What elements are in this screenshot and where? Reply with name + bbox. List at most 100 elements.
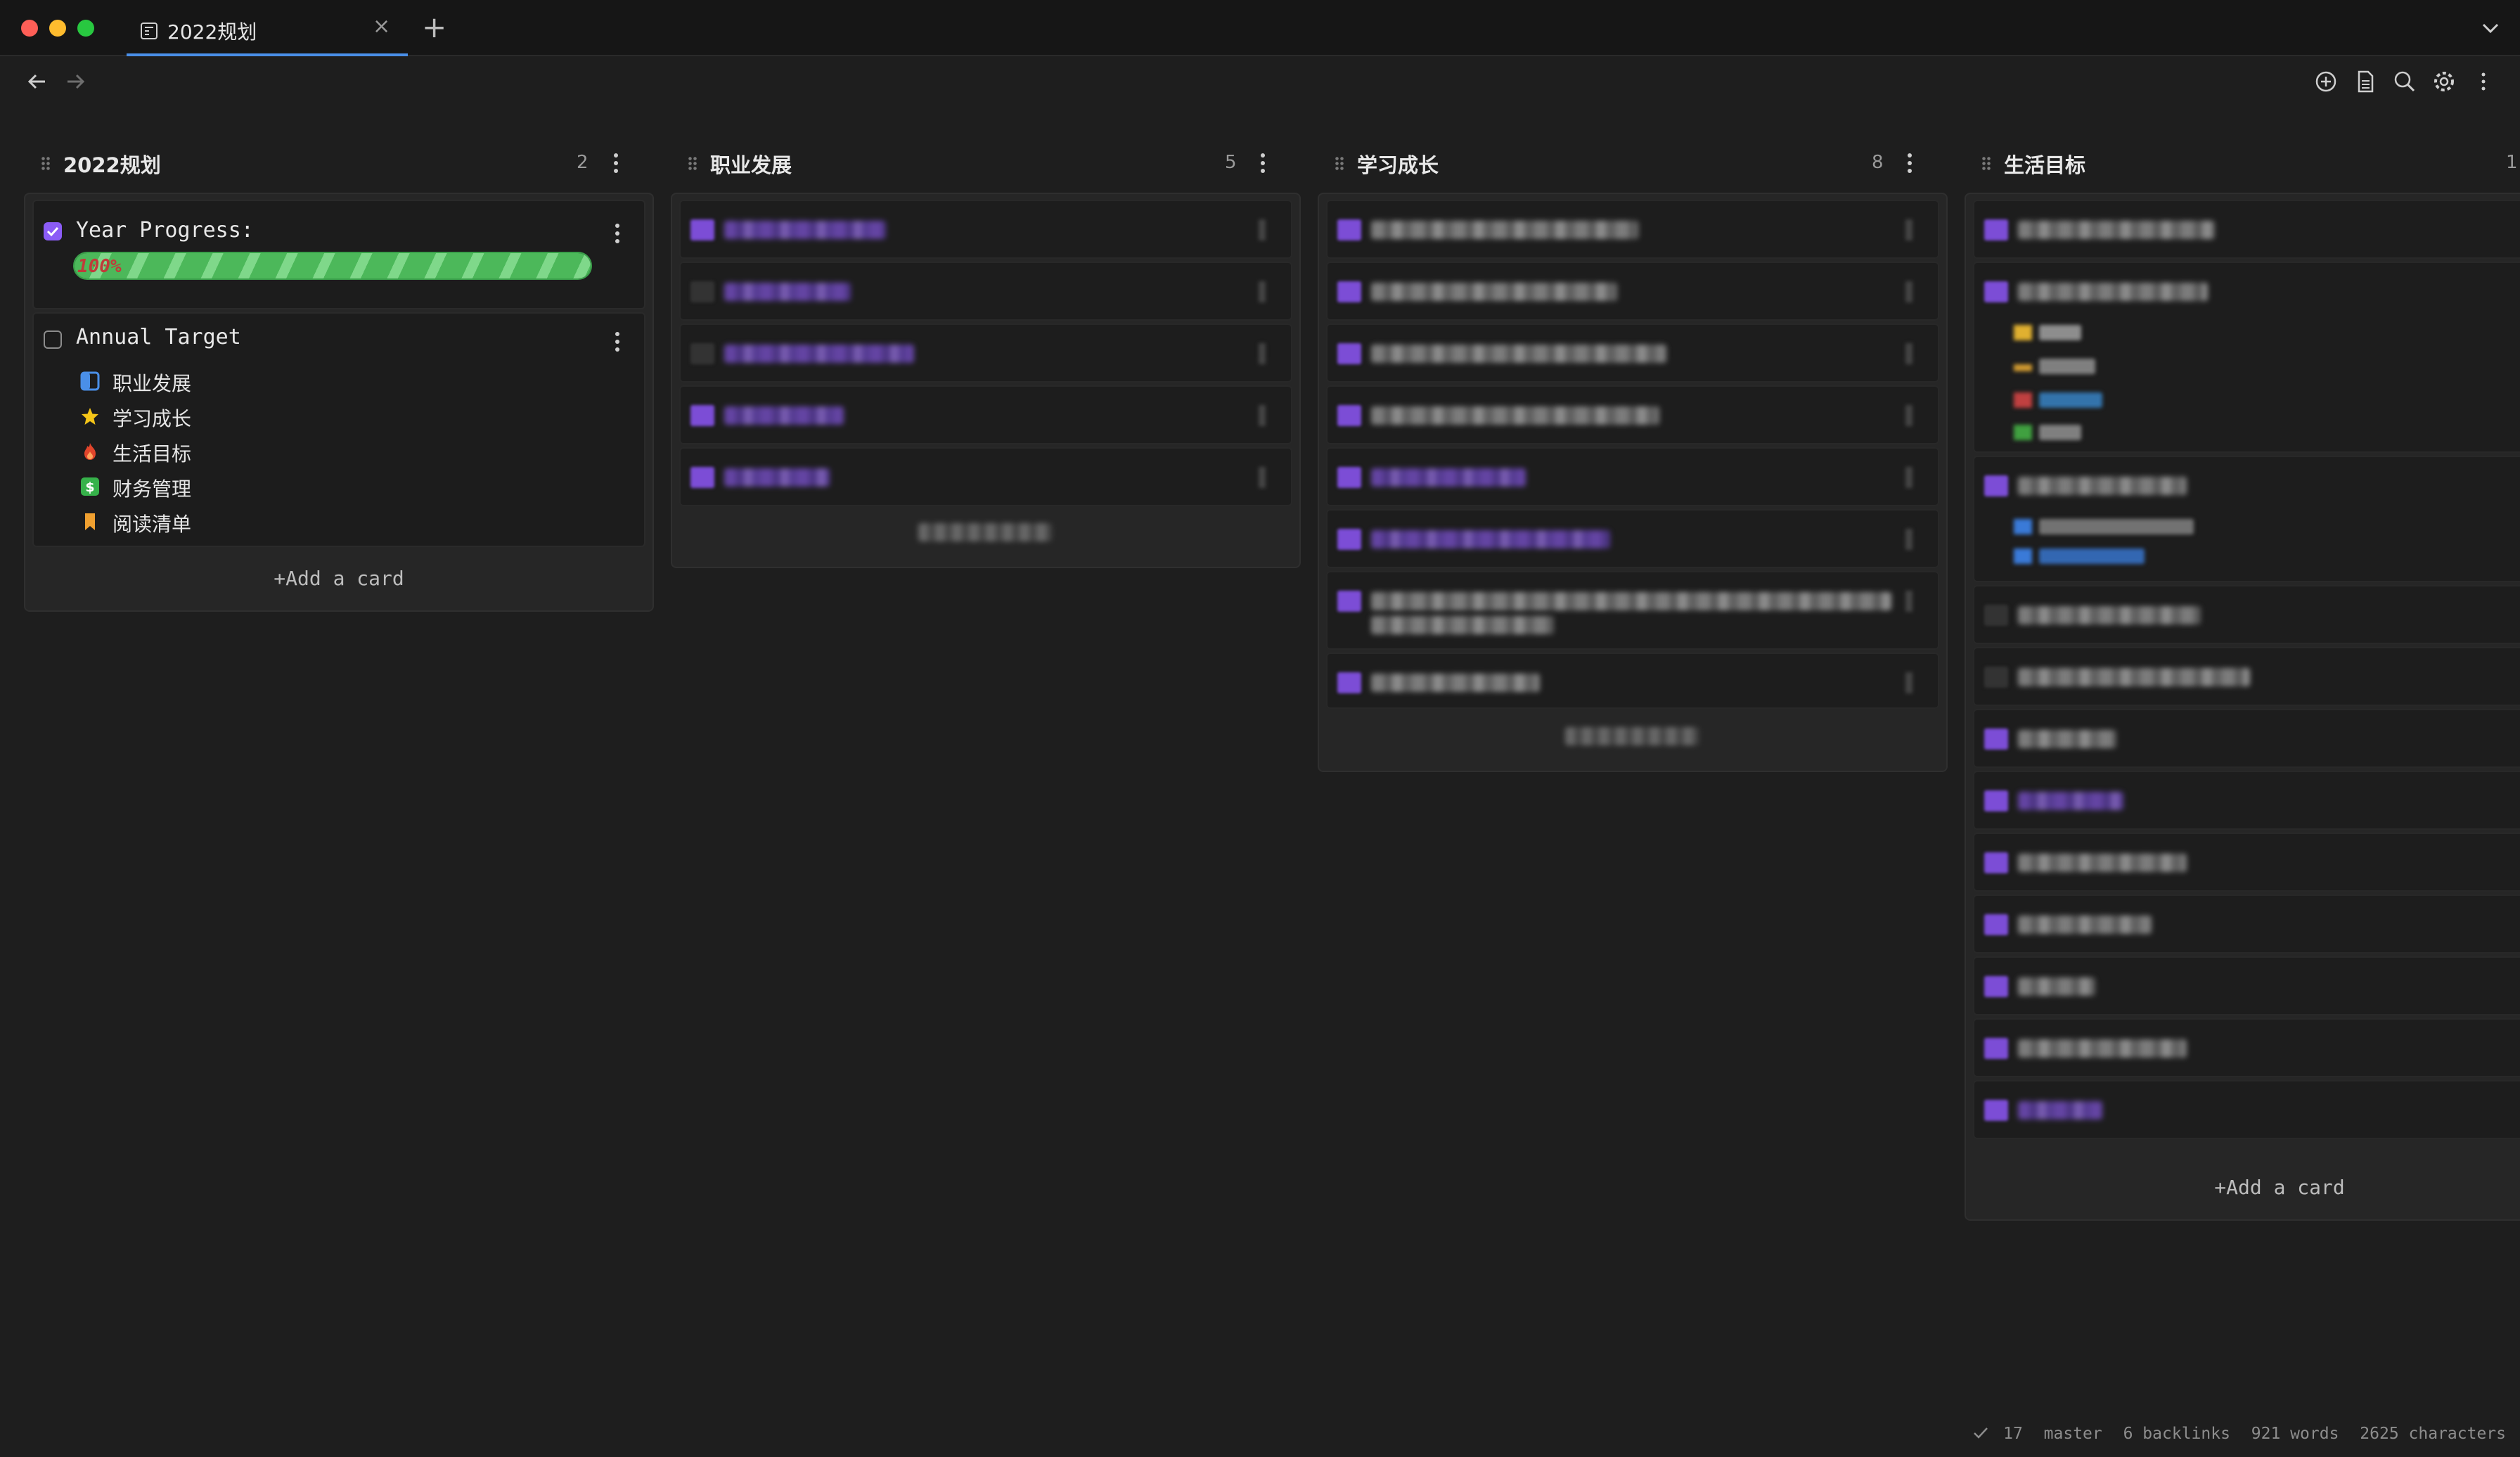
- kanban-app: 2022规划 × + 2022规划 2 Year Progress: Annua…: [0, 0, 2520, 1457]
- status-bar: 17 master 6 backlinks 921 words 2625 cha…: [1972, 1425, 2506, 1443]
- drag-handle-icon[interactable]: [41, 156, 51, 172]
- blurred-card[interactable]: [1973, 262, 2520, 453]
- add-circle-icon[interactable]: [2313, 69, 2339, 94]
- blurred-card[interactable]: [1326, 323, 1939, 383]
- forward-arrow-icon[interactable]: [63, 69, 89, 94]
- card-icon: [1337, 281, 1361, 302]
- sub-item: [2014, 356, 2225, 377]
- more-vertical-icon[interactable]: [613, 222, 622, 245]
- target-label: 职业发展: [112, 372, 192, 395]
- blurred-card[interactable]: [679, 323, 1292, 383]
- blurred-card[interactable]: [1973, 1080, 2520, 1139]
- card-icon: [1984, 605, 2008, 626]
- blurred-card[interactable]: [1326, 262, 1939, 321]
- branch-name[interactable]: master: [2044, 1425, 2102, 1443]
- column-header[interactable]: 2022规划 2: [41, 148, 624, 179]
- blurred-card[interactable]: [1973, 200, 2520, 259]
- lane-learning: [1318, 193, 1948, 772]
- blurred-card[interactable]: [1973, 956, 2520, 1015]
- drag-handle-icon[interactable]: [1981, 156, 1991, 172]
- column-title: 职业发展: [710, 153, 792, 177]
- checkbox-checked[interactable]: [44, 222, 62, 240]
- close-window-button[interactable]: [21, 20, 38, 37]
- blurred-card[interactable]: [1326, 653, 1939, 709]
- blurred-card[interactable]: [679, 262, 1292, 321]
- more-vertical-icon[interactable]: [612, 152, 620, 174]
- column-count: 8: [1872, 152, 1884, 173]
- drag-handle-icon[interactable]: [688, 156, 698, 172]
- tab-title: 2022规划: [167, 20, 257, 44]
- back-arrow-icon[interactable]: [24, 69, 49, 94]
- card-icon: [690, 281, 714, 302]
- document-icon[interactable]: [2353, 69, 2378, 94]
- blurred-card[interactable]: [1973, 833, 2520, 892]
- tab-close-button[interactable]: ×: [373, 14, 390, 39]
- column-count: 1: [2506, 152, 2518, 173]
- word-count: 921 words: [2251, 1425, 2339, 1443]
- more-vertical-icon[interactable]: [613, 330, 622, 353]
- card-icon: [1337, 467, 1361, 488]
- blurred-card[interactable]: [1973, 647, 2520, 706]
- checkbox-unchecked[interactable]: [44, 330, 62, 349]
- tab-2022[interactable]: 2022规划 ×: [127, 10, 408, 56]
- more-vertical-icon[interactable]: [1905, 152, 1914, 174]
- blurred-card[interactable]: [1973, 709, 2520, 768]
- card-icon: [690, 467, 714, 488]
- maximize-window-button[interactable]: [77, 20, 94, 37]
- column-header[interactable]: 生活目标 1: [1981, 148, 2520, 179]
- add-card-button[interactable]: +Add a card: [1966, 1176, 2520, 1199]
- more-vertical-icon[interactable]: [1259, 152, 1267, 174]
- card-icon: [690, 405, 714, 426]
- check-icon: [1974, 1427, 1988, 1439]
- column-title: 学习成长: [1357, 153, 1439, 177]
- card-icon: [1984, 1038, 2008, 1059]
- column-count: 2: [577, 152, 589, 173]
- column-title: 2022规划: [63, 153, 161, 177]
- add-card-button[interactable]: [918, 523, 1052, 541]
- target-label: 财务管理: [112, 477, 192, 501]
- blurred-card[interactable]: [1973, 456, 2520, 582]
- card-icon: [1984, 790, 2008, 811]
- new-tab-button[interactable]: +: [422, 10, 446, 44]
- column-count: 5: [1225, 152, 1237, 173]
- sub-item: [2014, 322, 2225, 343]
- blurred-card[interactable]: [1326, 385, 1939, 444]
- column-header[interactable]: 学习成长 8: [1335, 148, 1918, 179]
- year-progress-bar: 100%: [73, 252, 592, 280]
- nav-bar: [0, 56, 2520, 107]
- card-icon: [1337, 219, 1361, 240]
- blurred-card[interactable]: [1326, 447, 1939, 506]
- add-card-button[interactable]: +Add a card: [25, 567, 652, 590]
- star-icon: [82, 408, 98, 425]
- drag-handle-icon[interactable]: [1335, 156, 1344, 172]
- blurred-card[interactable]: [679, 200, 1292, 259]
- blurred-card[interactable]: [1973, 1018, 2520, 1077]
- title-bar: 2022规划 × +: [0, 0, 2520, 56]
- blurred-card[interactable]: [679, 385, 1292, 444]
- backlinks-count[interactable]: 6 backlinks: [2123, 1425, 2230, 1443]
- card-icon: [1337, 405, 1361, 426]
- blurred-card[interactable]: [1326, 571, 1939, 650]
- minimize-window-button[interactable]: [49, 20, 66, 37]
- gear-icon[interactable]: [2431, 69, 2457, 94]
- column-header[interactable]: 职业发展 5: [688, 148, 1271, 179]
- card-icon: [1984, 1100, 2008, 1121]
- chevron-down-icon[interactable]: [2478, 15, 2503, 41]
- blurred-card[interactable]: [1326, 200, 1939, 259]
- blurred-card[interactable]: [1973, 771, 2520, 830]
- card-icon: [1984, 852, 2008, 873]
- blurred-card[interactable]: [1973, 585, 2520, 644]
- blurred-card[interactable]: [1326, 509, 1939, 568]
- card-icon: [1984, 667, 2008, 688]
- sync-count: 17: [2003, 1425, 2023, 1443]
- blurred-card[interactable]: [1973, 894, 2520, 954]
- board-icon: [141, 23, 158, 39]
- fire-icon: [84, 443, 96, 460]
- column-title: 生活目标: [2004, 153, 2086, 177]
- blurred-card[interactable]: [679, 447, 1292, 506]
- sub-item: [2014, 390, 2225, 411]
- search-icon[interactable]: [2392, 69, 2417, 94]
- bookmark-icon: [85, 513, 95, 530]
- more-vertical-icon[interactable]: [2471, 69, 2496, 94]
- add-card-button[interactable]: [1565, 727, 1699, 745]
